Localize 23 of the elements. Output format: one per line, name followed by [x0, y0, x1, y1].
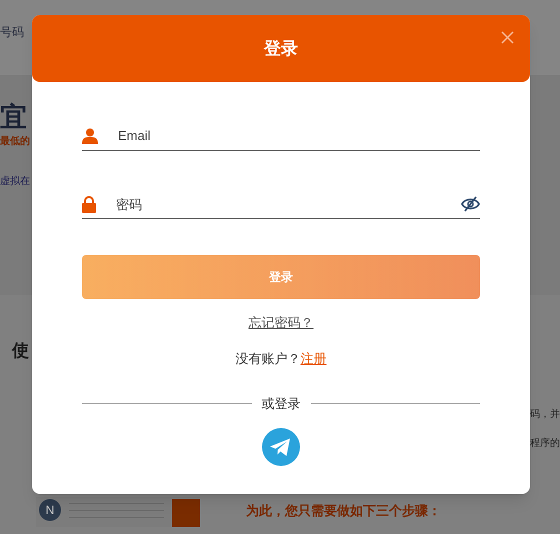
body-text: 程序的 — [530, 436, 560, 451]
signup-prompt: 没有账户？ — [236, 350, 300, 368]
password-field[interactable]: 密码 — [116, 194, 441, 214]
forgot-password-link[interactable]: 忘记密码？ — [248, 313, 314, 332]
close-icon[interactable] — [501, 31, 514, 44]
dialog-title: 登录 — [264, 38, 298, 60]
eye-off-icon[interactable] — [461, 196, 480, 212]
header-text: 号码 — [0, 25, 24, 39]
section-title: 使 — [10, 340, 29, 362]
user-icon — [82, 128, 98, 144]
steps-heading: 为此，您只需要做如下三个步骤： — [246, 502, 441, 520]
lock-icon — [82, 196, 96, 213]
login-button[interactable]: 登录 — [82, 255, 480, 299]
avatar: N — [39, 499, 61, 521]
accent-strip — [172, 499, 200, 527]
telegram-icon[interactable] — [262, 428, 300, 466]
signup-link[interactable]: 注册 — [300, 348, 326, 368]
headline: 宜 — [0, 101, 27, 134]
email-field[interactable]: Email — [118, 126, 480, 146]
subheadline: 最低的 — [0, 134, 30, 149]
intro-line: 虚拟在 — [0, 174, 30, 189]
divider-label: 或登录 — [262, 395, 300, 413]
body-text: 码，并 — [530, 408, 560, 422]
